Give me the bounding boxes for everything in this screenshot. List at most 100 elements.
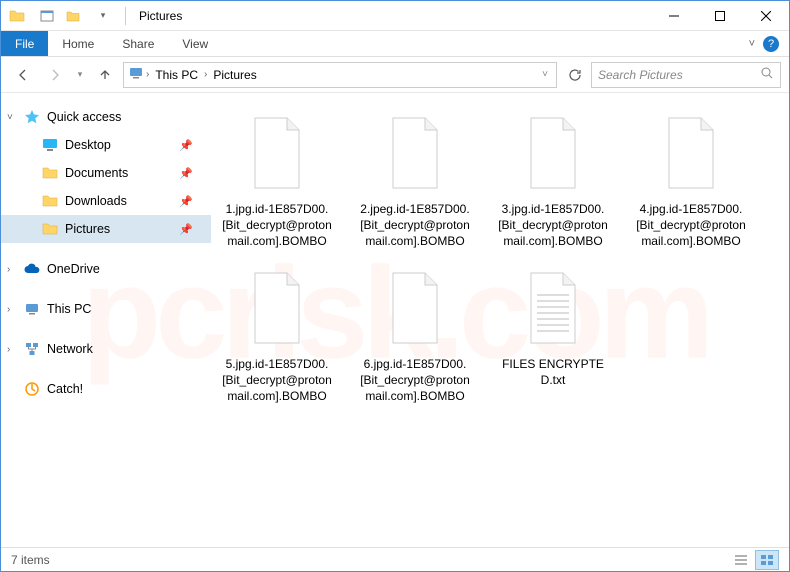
pin-icon: 📌 [179, 195, 193, 208]
title-separator [125, 7, 126, 25]
sidebar-label: Quick access [47, 110, 121, 124]
file-item[interactable]: 4.jpg.id-1E857D00.[Bit_decrypt@protonmai… [631, 103, 751, 254]
main-area: pcrisk.com ˅ Quick access Desktop 📌 Docu… [1, 93, 789, 547]
sidebar-item-documents[interactable]: Documents 📌 [1, 159, 211, 187]
search-input[interactable]: Search Pictures [591, 62, 781, 88]
forward-button[interactable] [41, 61, 69, 89]
sidebar-this-pc[interactable]: › This PC [1, 295, 211, 323]
file-name: 6.jpg.id-1E857D00.[Bit_decrypt@protonmai… [359, 356, 471, 405]
title-bar: ▾ Pictures [1, 1, 789, 31]
cloud-icon [23, 261, 41, 277]
file-item[interactable]: 5.jpg.id-1E857D00.[Bit_decrypt@protonmai… [217, 258, 337, 409]
sidebar-item-label: Desktop [65, 138, 111, 152]
sidebar-item-downloads[interactable]: Downloads 📌 [1, 187, 211, 215]
sidebar-onedrive[interactable]: › OneDrive [1, 255, 211, 283]
pc-icon [128, 65, 144, 84]
star-icon [23, 109, 41, 125]
qat-properties-icon[interactable] [35, 4, 59, 28]
file-name: 5.jpg.id-1E857D00.[Bit_decrypt@protonmai… [221, 356, 333, 405]
sidebar-label: Network [47, 342, 93, 356]
blank-file-icon [515, 107, 591, 199]
window-controls [651, 1, 789, 31]
blank-file-icon [377, 262, 453, 354]
sidebar-quick-access[interactable]: ˅ Quick access [1, 103, 211, 131]
tab-home[interactable]: Home [48, 31, 108, 56]
breadcrumb-this-pc[interactable]: This PC [151, 68, 202, 82]
ribbon: File Home Share View ˅ ? [1, 31, 789, 57]
file-item[interactable]: 6.jpg.id-1E857D00.[Bit_decrypt@protonmai… [355, 258, 475, 409]
text-file-icon [515, 262, 591, 354]
maximize-button[interactable] [697, 1, 743, 31]
catch-icon [23, 381, 41, 397]
file-item[interactable]: 2.jpeg.id-1E857D00.[Bit_decrypt@protonma… [355, 103, 475, 254]
sidebar-item-label: Downloads [65, 194, 127, 208]
pin-icon: 📌 [179, 167, 193, 180]
sidebar-label: This PC [47, 302, 91, 316]
details-view-button[interactable] [729, 550, 753, 570]
file-name: 1.jpg.id-1E857D00.[Bit_decrypt@protonmai… [221, 201, 333, 250]
file-item[interactable]: 1.jpg.id-1E857D00.[Bit_decrypt@protonmai… [217, 103, 337, 254]
navigation-pane: ˅ Quick access Desktop 📌 Documents 📌 Dow… [1, 93, 211, 547]
title-left: ▾ Pictures [1, 4, 182, 28]
recent-dropdown-icon[interactable]: ▾ [73, 61, 87, 89]
view-switcher [729, 550, 779, 570]
chevron-down-icon[interactable]: ˅ [7, 112, 13, 123]
sidebar-network[interactable]: › Network [1, 335, 211, 363]
file-name: 2.jpeg.id-1E857D00.[Bit_decrypt@protonma… [359, 201, 471, 250]
blank-file-icon [239, 107, 315, 199]
file-grid: 1.jpg.id-1E857D00.[Bit_decrypt@protonmai… [217, 103, 783, 408]
tab-file[interactable]: File [1, 31, 48, 56]
folder-icon [9, 8, 25, 24]
sidebar-label: OneDrive [47, 262, 100, 276]
sidebar-catch[interactable]: Catch! [1, 375, 211, 403]
sidebar-item-pictures[interactable]: Pictures 📌 [1, 215, 211, 243]
quick-access-toolbar [35, 4, 85, 28]
chevron-right-icon[interactable]: › [7, 344, 10, 355]
icons-view-button[interactable] [755, 550, 779, 570]
desktop-icon [41, 137, 59, 153]
qat-customize-icon[interactable]: ▾ [91, 4, 115, 28]
file-name: FILES ENCRYPTED.txt [497, 356, 609, 388]
folder-icon [41, 221, 59, 237]
pc-icon [23, 301, 41, 317]
ribbon-expand-icon[interactable]: ˅ [749, 38, 755, 50]
folder-icon [41, 193, 59, 209]
sidebar-item-label: Documents [65, 166, 128, 180]
pin-icon: 📌 [179, 223, 193, 236]
refresh-button[interactable] [563, 63, 587, 87]
tab-share[interactable]: Share [108, 31, 168, 56]
file-name: 3.jpg.id-1E857D00.[Bit_decrypt@protonmai… [497, 201, 609, 250]
breadcrumb-current[interactable]: Pictures [209, 68, 260, 82]
blank-file-icon [239, 262, 315, 354]
pin-icon: 📌 [179, 139, 193, 152]
file-name: 4.jpg.id-1E857D00.[Bit_decrypt@protonmai… [635, 201, 747, 250]
file-view[interactable]: 1.jpg.id-1E857D00.[Bit_decrypt@protonmai… [211, 93, 789, 547]
sidebar-item-label: Pictures [65, 222, 110, 236]
help-icon[interactable]: ? [763, 36, 779, 52]
chevron-right-icon[interactable]: › [146, 69, 149, 80]
qat-new-folder-icon[interactable] [61, 4, 85, 28]
blank-file-icon [653, 107, 729, 199]
sidebar-item-desktop[interactable]: Desktop 📌 [1, 131, 211, 159]
window-title: Pictures [139, 9, 182, 23]
file-item[interactable]: 3.jpg.id-1E857D00.[Bit_decrypt@protonmai… [493, 103, 613, 254]
breadcrumb-dropdown-icon[interactable]: ˅ [542, 69, 552, 80]
search-icon [760, 66, 774, 83]
folder-icon [41, 165, 59, 181]
status-bar: 7 items [1, 547, 789, 571]
back-button[interactable] [9, 61, 37, 89]
network-icon [23, 341, 41, 357]
sidebar-label: Catch! [47, 382, 83, 396]
tab-view[interactable]: View [168, 31, 222, 56]
chevron-right-icon[interactable]: › [204, 69, 207, 80]
close-button[interactable] [743, 1, 789, 31]
up-button[interactable] [91, 61, 119, 89]
file-item[interactable]: FILES ENCRYPTED.txt [493, 258, 613, 409]
ribbon-right: ˅ ? [749, 31, 789, 56]
breadcrumb[interactable]: › This PC › Pictures ˅ [123, 62, 557, 88]
chevron-right-icon[interactable]: › [7, 304, 10, 315]
chevron-right-icon[interactable]: › [7, 264, 10, 275]
minimize-button[interactable] [651, 1, 697, 31]
blank-file-icon [377, 107, 453, 199]
item-count: 7 items [11, 553, 50, 567]
